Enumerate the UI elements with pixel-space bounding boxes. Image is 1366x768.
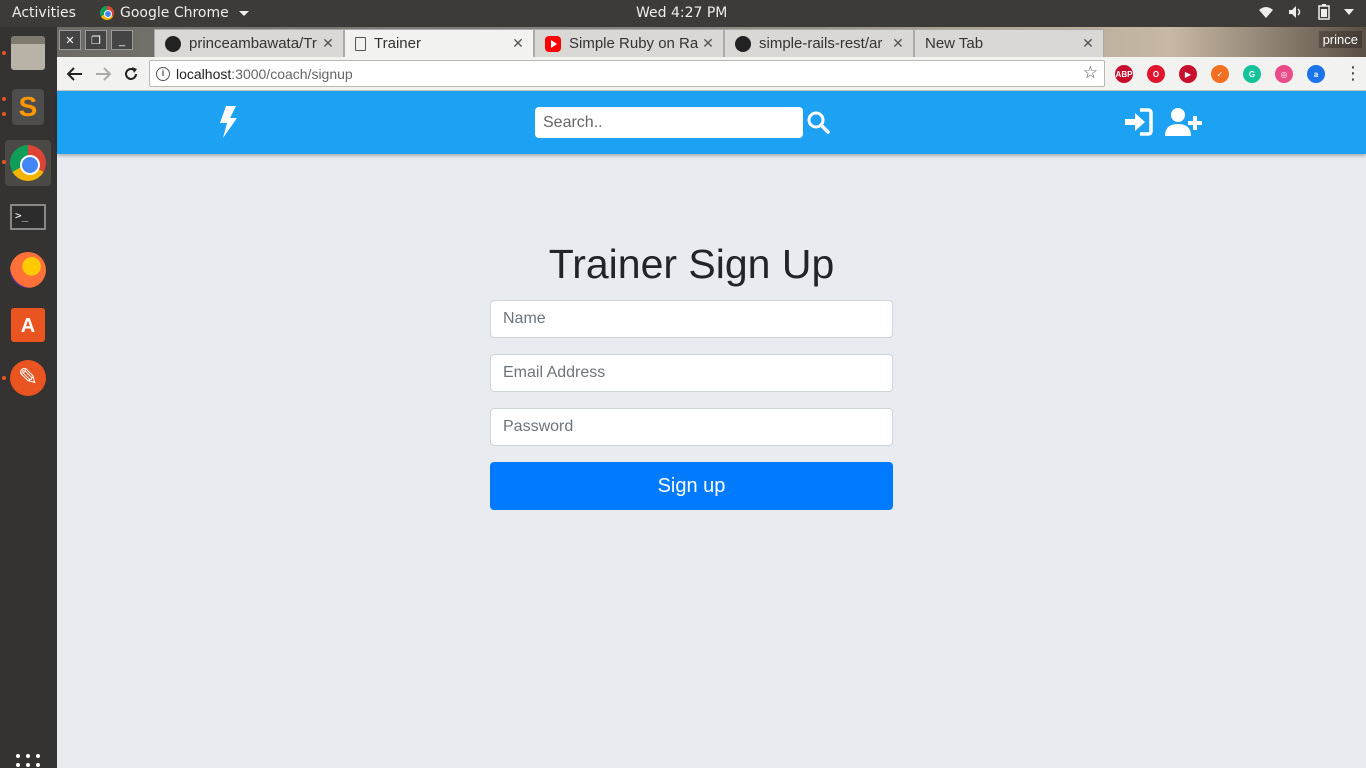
menu-kebab-icon[interactable]: ⋮ — [1344, 63, 1362, 84]
firefox-icon — [10, 252, 46, 288]
close-window-icon[interactable]: ✕ — [59, 30, 81, 50]
reload-icon — [125, 67, 137, 80]
url-path: :3000/coach/signup — [231, 65, 353, 82]
wifi-icon — [1259, 7, 1273, 18]
info-icon[interactable]: i — [156, 66, 170, 81]
system-top-bar: Activities Google Chrome Wed 4:27 PM — [0, 0, 1366, 27]
close-icon[interactable]: ✕ — [509, 35, 527, 52]
bookmark-star-icon[interactable]: ☆ — [1083, 63, 1098, 83]
document-icon — [355, 36, 366, 51]
running-indicator — [2, 51, 6, 55]
terminal-icon: >_ — [10, 204, 46, 230]
search-input[interactable] — [535, 107, 803, 138]
signup-form: Trainer Sign Up Sign up — [490, 241, 893, 510]
media-icon[interactable]: ▶ — [1179, 65, 1197, 83]
tab-label: Trainer — [374, 35, 421, 52]
abp-icon[interactable]: ABP — [1115, 65, 1133, 83]
close-icon[interactable]: ✕ — [319, 35, 337, 52]
software-center-launcher[interactable]: A — [5, 302, 51, 348]
terminal-launcher[interactable]: >_ — [5, 194, 51, 240]
site-navbar — [57, 91, 1366, 154]
url-host: localhost — [176, 65, 232, 82]
activities-button[interactable]: Activities — [12, 5, 76, 21]
software-center-icon: A — [11, 308, 45, 342]
email-field[interactable] — [490, 354, 893, 392]
tab-github-repo[interactable]: simple-rails-rest/ar ✕ — [724, 29, 914, 57]
github-icon — [165, 35, 181, 52]
clock[interactable]: Wed 4:27 PM — [636, 5, 727, 21]
back-button[interactable] — [63, 62, 87, 86]
chrome-icon — [10, 145, 46, 181]
close-icon[interactable]: ✕ — [889, 35, 907, 52]
chevron-down-icon — [238, 10, 249, 16]
dribbble-icon[interactable]: ◎ — [1275, 65, 1293, 83]
tab-strip: ✕ ❐ _ princeambawata/Tr ✕ Trainer ✕ Simp… — [57, 27, 1366, 57]
battery-icon — [1318, 4, 1330, 20]
chrome-launcher[interactable] — [5, 140, 51, 186]
grammarly-icon[interactable]: G — [1243, 65, 1261, 83]
a-icon[interactable]: a — [1307, 65, 1325, 83]
tab-trainer[interactable]: Trainer ✕ — [344, 29, 534, 57]
tab-label: princeambawata/Tr — [189, 35, 317, 52]
github-icon — [735, 35, 751, 52]
running-indicator — [2, 97, 6, 101]
window-controls: ✕ ❐ _ — [59, 30, 133, 50]
app-menu[interactable]: Google Chrome — [100, 5, 249, 21]
show-apps-icon[interactable] — [16, 754, 41, 768]
youtube-icon — [545, 35, 561, 52]
chrome-icon — [100, 6, 114, 20]
search-icon[interactable] — [806, 110, 830, 134]
tab-label: simple-rails-rest/ar — [759, 35, 883, 52]
inkscape-launcher[interactable]: ✎ — [5, 355, 51, 401]
password-field[interactable] — [490, 408, 893, 446]
browser-toolbar: i localhost:3000/coach/signup ☆ ABP O ▶ … — [57, 57, 1366, 91]
bolt-logo-icon[interactable] — [217, 105, 239, 139]
restore-window-icon[interactable]: ❐ — [85, 30, 107, 50]
running-indicator — [2, 160, 6, 164]
inkscape-icon: ✎ — [10, 360, 46, 396]
chevron-down-icon — [1344, 9, 1354, 15]
page-viewport: Trainer Sign Up Sign up — [57, 91, 1366, 768]
tab-youtube[interactable]: Simple Ruby on Rai ✕ — [534, 29, 724, 57]
files-launcher[interactable] — [5, 30, 51, 76]
running-indicator — [2, 376, 6, 380]
tab-label: Simple Ruby on Rai — [569, 35, 699, 52]
forward-arrow-icon — [96, 67, 111, 81]
address-bar[interactable]: i localhost:3000/coach/signup ☆ — [149, 60, 1105, 87]
sublime-text-icon: S — [12, 89, 44, 125]
close-icon[interactable]: ✕ — [1079, 35, 1097, 52]
add-user-icon[interactable] — [1164, 107, 1204, 137]
reload-button[interactable] — [119, 62, 143, 86]
sign-up-button[interactable]: Sign up — [490, 462, 893, 510]
opera-icon[interactable]: O — [1147, 65, 1165, 83]
files-icon — [11, 36, 45, 70]
minimize-window-icon[interactable]: _ — [111, 30, 133, 50]
profile-button[interactable]: prince — [1318, 31, 1362, 48]
sublime-launcher[interactable]: S — [5, 84, 51, 130]
close-icon[interactable]: ✕ — [699, 35, 717, 52]
forward-button[interactable] — [91, 62, 115, 86]
tab-new-tab[interactable]: New Tab ✕ — [914, 29, 1104, 57]
tab-label: New Tab — [925, 35, 984, 52]
volume-icon — [1289, 6, 1301, 18]
name-field[interactable] — [490, 300, 893, 338]
page-title: Trainer Sign Up — [548, 241, 835, 287]
system-tray[interactable] — [1258, 4, 1354, 20]
back-arrow-icon — [67, 67, 82, 81]
firefox-launcher[interactable] — [5, 247, 51, 293]
extension-icon[interactable]: ✓ — [1211, 65, 1229, 83]
running-indicator — [2, 112, 6, 116]
tab-github-profile[interactable]: princeambawata/Tr ✕ — [154, 29, 344, 57]
launcher: S >_ A ✎ — [0, 27, 57, 768]
sign-in-icon[interactable] — [1123, 108, 1153, 136]
app-menu-label: Google Chrome — [120, 5, 229, 21]
